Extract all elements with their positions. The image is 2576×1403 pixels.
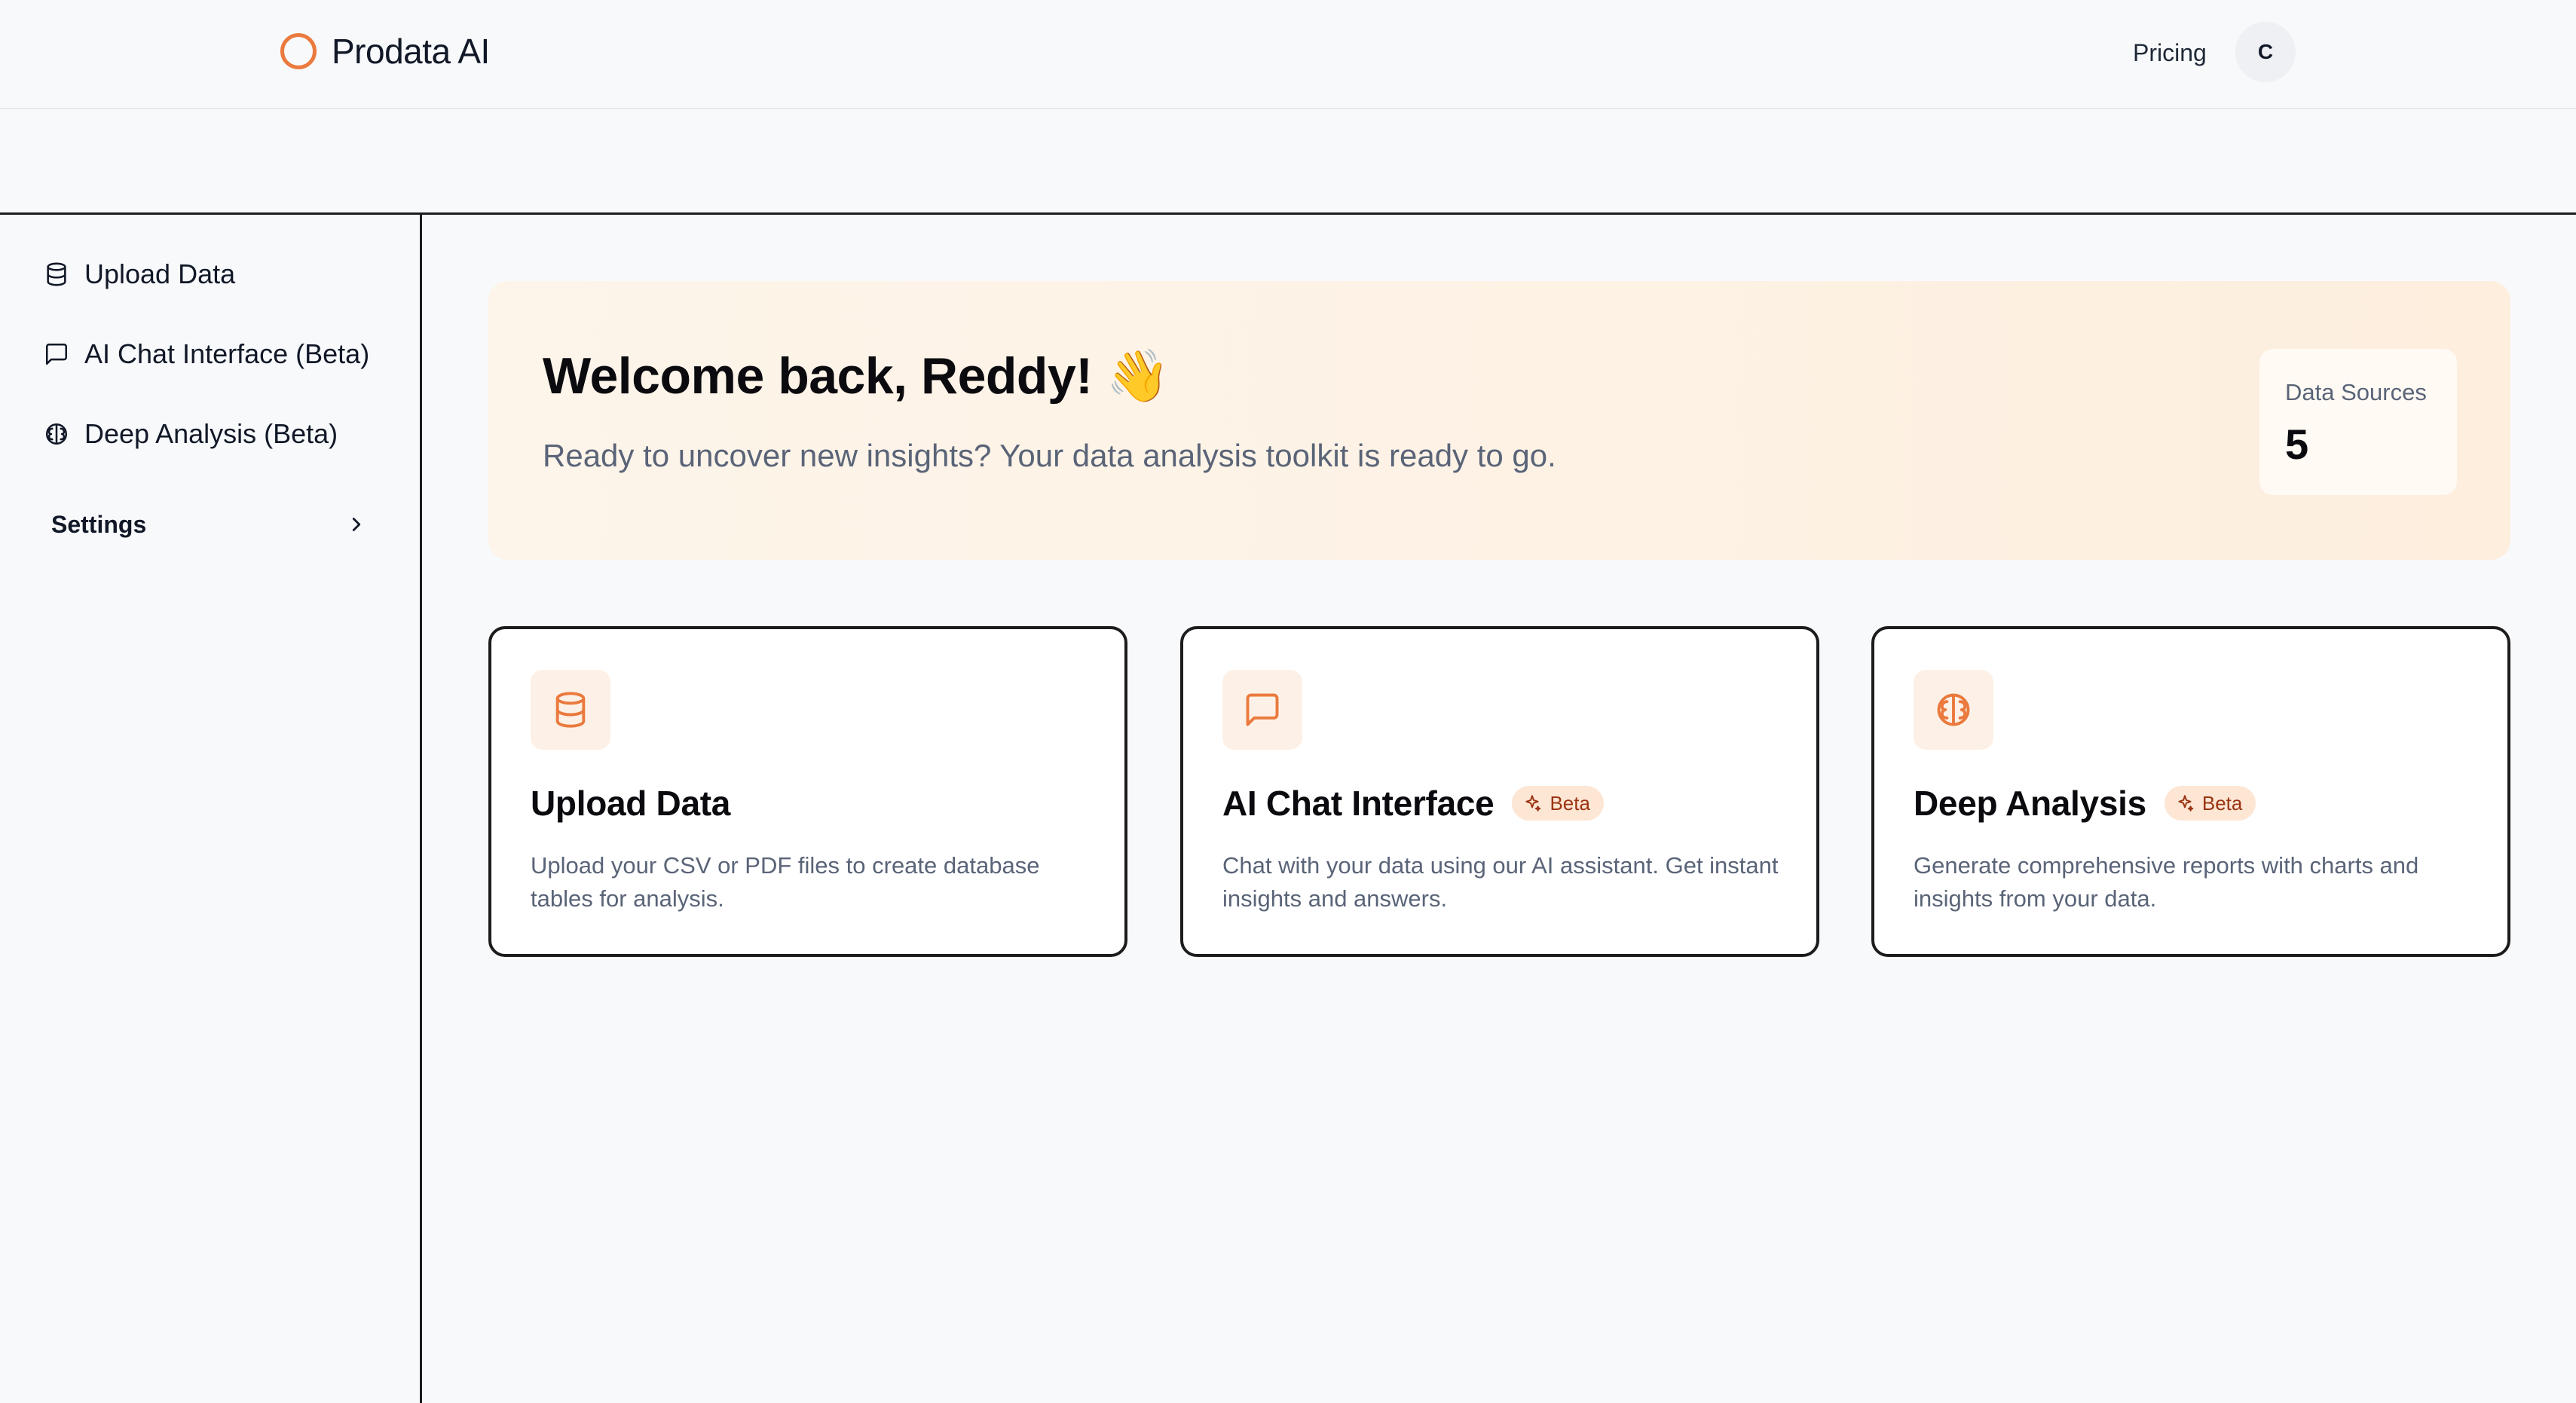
logo-circle-icon[interactable] [280,33,317,69]
sidebar-settings-toggle[interactable]: Settings [51,506,368,543]
card-icon-wrapper [531,670,610,750]
badge-label: Beta [2201,791,2243,815]
sparkles-icon [2178,795,2194,812]
card-description: Chat with your data using our AI assista… [1222,852,1779,912]
message-square-icon [1246,693,1279,726]
sidebar-item-deep-analysis[interactable]: Deep Analysis (Beta) [44,415,338,453]
user-avatar[interactable]: C [2235,22,2296,82]
card-icon-wrapper [1914,670,1993,750]
pricing-link[interactable]: Pricing [2133,38,2207,68]
card-icon-wrapper [1222,670,1302,750]
data-sources-stat: Data Sources 5 [2259,349,2457,495]
card-description: Upload your CSV or PDF files to create d… [531,852,1040,912]
sidebar-item-label: Upload Data [84,258,236,289]
card-title: AI Chat Interface [1222,784,1495,823]
card-title: Deep Analysis [1914,784,2146,823]
stat-value: 5 [2285,420,2309,468]
welcome-subtitle: Ready to uncover new insights? Your data… [543,438,1556,473]
welcome-title: Welcome back, Reddy! 👋 [543,347,1170,405]
beta-badge: Beta [2164,786,2256,821]
card-description: Generate comprehensive reports with char… [1914,852,2419,912]
card-title-row: AI Chat Interface Beta [1222,777,1604,830]
app-root: Prodata AI Pricing C Upload Data AI Chat… [0,0,2576,1403]
sidebar-item-label: AI Chat Interface (Beta) [84,338,370,369]
beta-badge: Beta [1512,786,1604,821]
ai-chat-card[interactable]: AI Chat Interface Beta Chat with your da… [1180,626,1819,957]
brain-icon [45,423,68,445]
sparkles-icon [1525,795,1541,812]
deep-analysis-card[interactable]: Deep Analysis Beta Generate comprehensiv… [1871,626,2510,957]
top-navbar: Prodata AI Pricing C [0,0,2576,109]
stat-label: Data Sources [2285,379,2427,405]
message-square-icon [45,343,68,365]
badge-label: Beta [1550,791,1590,815]
sidebar-item-ai-chat[interactable]: AI Chat Interface (Beta) [44,335,369,373]
welcome-banner: Welcome back, Reddy! 👋 Ready to uncover … [488,281,2510,560]
upload-data-card[interactable]: Upload Data Upload your CSV or PDF files… [488,626,1127,957]
brain-icon [1937,693,1970,726]
card-title-row: Upload Data [531,777,730,830]
card-title: Upload Data [531,784,731,823]
database-icon [555,692,586,728]
brand-name[interactable]: Prodata AI [332,29,490,74]
chevron-right-icon [352,518,361,531]
sidebar-item-upload-data[interactable]: Upload Data [44,255,235,293]
sidebar-item-label: Deep Analysis (Beta) [84,418,338,449]
card-title-row: Deep Analysis Beta [1914,777,2256,830]
sidebar: Upload Data AI Chat Interface (Beta) Dee… [0,215,422,1403]
settings-label: Settings [51,510,147,538]
database-icon [47,262,66,286]
